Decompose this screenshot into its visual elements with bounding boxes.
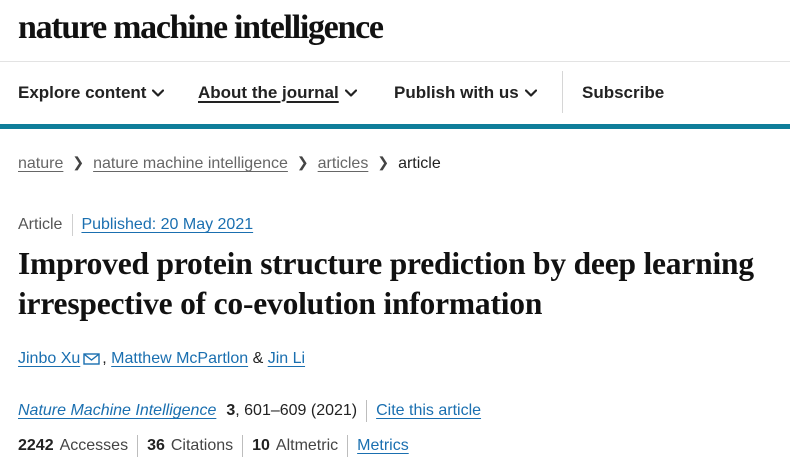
breadcrumb-journal[interactable]: nature machine intelligence bbox=[93, 155, 288, 172]
article-metrics: 2242 Accesses 36 Citations 10 Altmetric Metric… bbox=[18, 435, 409, 457]
citations-count: 36 bbox=[147, 437, 165, 455]
nav-subscribe[interactable]: Subscribe bbox=[582, 82, 664, 104]
nav-divider bbox=[562, 71, 563, 113]
author-separator: & bbox=[252, 350, 264, 367]
citations-label: Citations bbox=[170, 437, 234, 455]
email-icon[interactable] bbox=[83, 350, 100, 372]
chevron-right-icon: ❯ bbox=[72, 154, 85, 170]
accent-bar bbox=[0, 124, 790, 129]
breadcrumb-nature[interactable]: nature bbox=[18, 155, 63, 172]
altmetric-label: Altmetric bbox=[275, 437, 339, 455]
accesses-label: Accesses bbox=[59, 437, 129, 455]
nav-publish-label: Publish with us bbox=[394, 83, 519, 102]
cite-this-article-link[interactable]: Cite this article bbox=[376, 402, 481, 419]
pages-year: , 601–609 (2021) bbox=[235, 402, 358, 420]
article-meta: Article Published: 20 May 2021 bbox=[18, 214, 253, 236]
chevron-down-icon bbox=[524, 81, 537, 103]
altmetric-score: 10 bbox=[252, 437, 270, 455]
published-date[interactable]: Published: 20 May 2021 bbox=[81, 216, 253, 233]
metrics-link[interactable]: Metrics bbox=[357, 437, 409, 454]
volume-number: 3 bbox=[226, 402, 236, 420]
journal-name-link[interactable]: Nature Machine Intelligence bbox=[18, 402, 216, 419]
nav-about-label: About the journal bbox=[198, 83, 339, 102]
nav-publish-with-us[interactable]: Publish with us bbox=[394, 82, 537, 104]
metrics-divider bbox=[137, 435, 139, 457]
author-link[interactable]: Jinbo Xu bbox=[18, 350, 80, 367]
metrics-divider bbox=[242, 435, 244, 457]
article-title: Improved protein structure prediction by… bbox=[18, 246, 754, 321]
citation-divider bbox=[366, 400, 368, 422]
nav-explore-content[interactable]: Explore content bbox=[18, 81, 165, 104]
nav-explore-label: Explore content bbox=[18, 83, 147, 102]
author-link[interactable]: Matthew McPartlon bbox=[111, 350, 248, 367]
chevron-down-icon bbox=[152, 81, 165, 103]
nav-about-journal[interactable]: About the journal bbox=[198, 82, 357, 104]
chevron-down-icon bbox=[344, 81, 357, 103]
chevron-right-icon: ❯ bbox=[377, 154, 390, 170]
breadcrumb-articles[interactable]: articles bbox=[318, 155, 369, 172]
journal-logo[interactable]: nature machine intelligence bbox=[18, 8, 384, 48]
nav-subscribe-label: Subscribe bbox=[582, 83, 665, 102]
accesses-count: 2242 bbox=[18, 437, 54, 455]
breadcrumb: nature ❯ nature machine intelligence ❯ artic… bbox=[18, 152, 441, 175]
article-type: Article bbox=[18, 216, 63, 234]
citation-line: Nature Machine Intelligence 3, 601–609 (2… bbox=[18, 400, 481, 422]
main-nav: Explore content About the journal Publis… bbox=[0, 62, 790, 124]
breadcrumb-current: article bbox=[398, 155, 441, 172]
author-link[interactable]: Jin Li bbox=[268, 350, 305, 367]
metrics-divider bbox=[347, 435, 349, 457]
chevron-right-icon: ❯ bbox=[296, 154, 309, 170]
author-list: Jinbo Xu, Matthew McPartlon & Jin Li bbox=[18, 348, 305, 372]
meta-divider bbox=[72, 214, 74, 236]
author-separator: , bbox=[102, 350, 107, 367]
